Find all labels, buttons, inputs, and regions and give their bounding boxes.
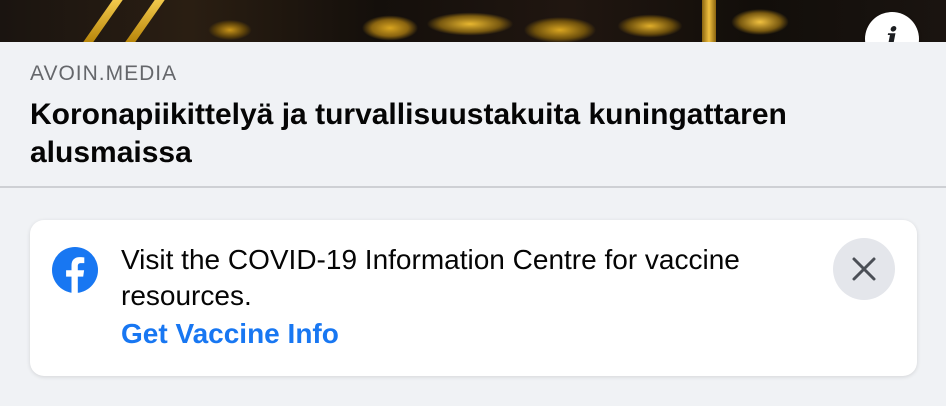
close-button[interactable] bbox=[833, 238, 895, 300]
get-vaccine-info-link[interactable]: Get Vaccine Info bbox=[121, 318, 339, 350]
image-ornament bbox=[702, 0, 716, 42]
image-ornament bbox=[125, 0, 165, 42]
link-headline[interactable]: Koronapiikittelyä ja turvallisuustakuita… bbox=[30, 96, 880, 172]
link-preview-image[interactable] bbox=[0, 0, 946, 42]
link-preview[interactable]: AVOIN.MEDIA Koronapiikittelyä ja turvall… bbox=[0, 42, 946, 188]
covid-info-message: Visit the COVID-19 Information Centre fo… bbox=[121, 244, 740, 311]
image-ornament bbox=[83, 0, 123, 42]
covid-info-card: Visit the COVID-19 Information Centre fo… bbox=[30, 220, 917, 376]
close-icon bbox=[852, 257, 876, 281]
facebook-icon bbox=[52, 247, 98, 293]
link-source: AVOIN.MEDIA bbox=[30, 62, 178, 85]
post-attachment: i AVOIN.MEDIA Koronapiikittelyä ja turva… bbox=[0, 0, 946, 406]
